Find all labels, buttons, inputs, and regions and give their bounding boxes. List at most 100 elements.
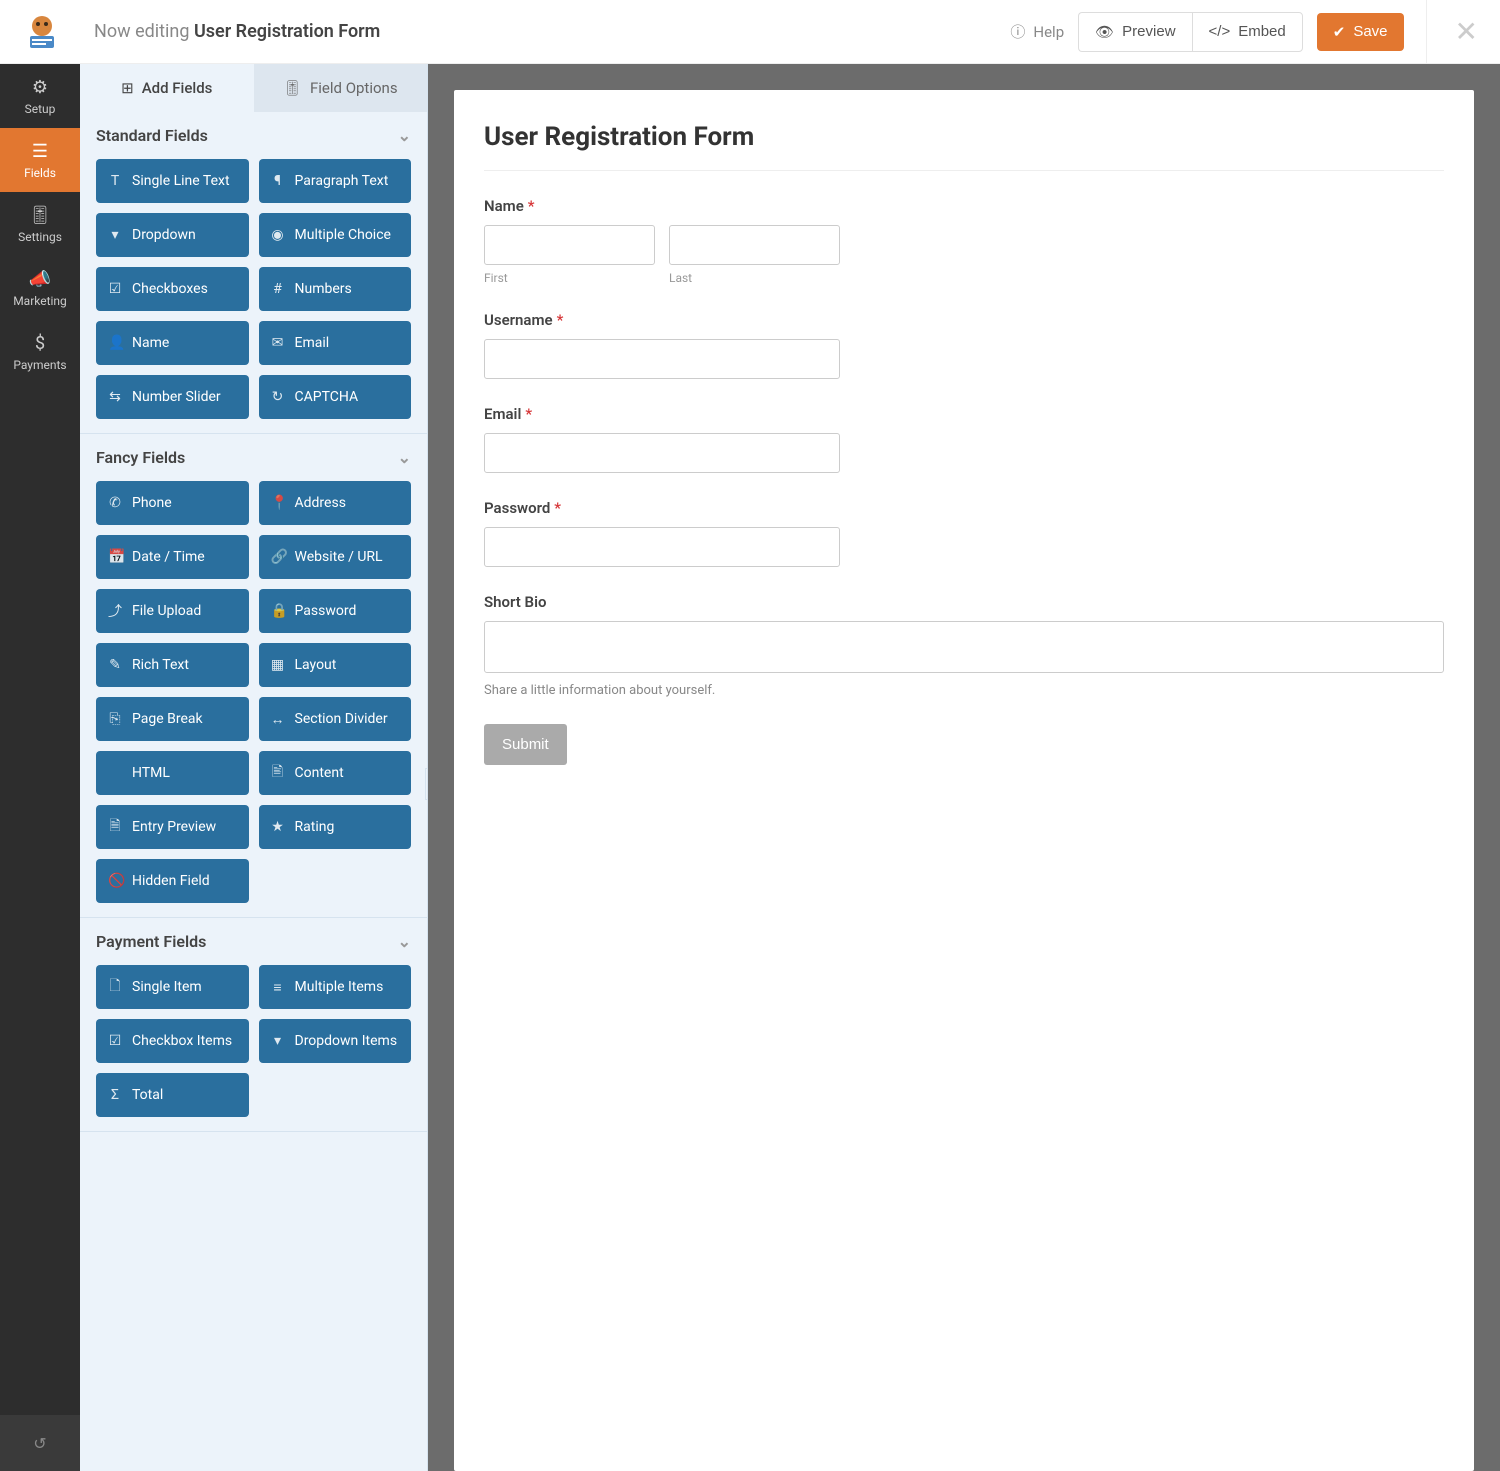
field-single-line-text[interactable]: TSingle Line Text	[96, 159, 249, 203]
file-upload-icon: ⤴	[108, 601, 122, 621]
field-checkboxes[interactable]: ☑Checkboxes	[96, 267, 249, 311]
undo-button[interactable]: ↺	[0, 1415, 80, 1471]
field-content[interactable]: 🖹Content	[259, 751, 412, 795]
embed-label: Embed	[1238, 23, 1286, 40]
field-dropdown-items[interactable]: ▾Dropdown Items	[259, 1019, 412, 1063]
field-dropdown[interactable]: ▾Dropdown	[96, 213, 249, 257]
topbar: Now editing User Registration Form ⓘ Hel…	[0, 0, 1500, 64]
preview-area: User Registration Form Name* First Last	[428, 64, 1500, 1471]
field-html[interactable]: HTML	[96, 751, 249, 795]
field-multiple-choice[interactable]: ◉Multiple Choice	[259, 213, 412, 257]
field-password[interactable]: 🔒Password	[259, 589, 412, 633]
field-section-divider[interactable]: ↔Section Divider	[259, 697, 412, 741]
number-slider-icon: ⇆	[108, 389, 122, 405]
help-icon: ⓘ	[1010, 21, 1025, 42]
password-input[interactable]	[484, 527, 840, 567]
field-website-url-label: Website / URL	[295, 549, 383, 565]
marketing-icon: 📣	[29, 269, 51, 290]
last-name-input[interactable]	[669, 225, 840, 265]
field-multiple-choice-label: Multiple Choice	[295, 227, 391, 243]
eye-icon: 👁	[1095, 23, 1114, 41]
field-number-slider[interactable]: ⇆ Number Slider	[96, 375, 249, 419]
field-single-item[interactable]: 🗋Single Item	[96, 965, 249, 1009]
left-nav: ⚙Setup☰Fields🎚Settings 📣 Marketing $Payment…	[0, 64, 80, 1471]
first-name-input[interactable]	[484, 225, 655, 265]
field-entry-preview-label: Entry Preview	[132, 819, 216, 835]
password-label: Password*	[484, 499, 840, 517]
field-page-break[interactable]: ⎘Page Break	[96, 697, 249, 741]
close-button[interactable]: ✕	[1426, 0, 1482, 64]
rich-text-icon: ✎	[108, 657, 122, 673]
field-name[interactable]: 👤Name	[96, 321, 249, 365]
field-checkbox-items[interactable]: ☑Checkbox Items	[96, 1019, 249, 1063]
field-multiple-items-label: Multiple Items	[295, 979, 384, 995]
email-input[interactable]	[484, 433, 840, 473]
field-file-upload[interactable]: ⤴ File Upload	[96, 589, 249, 633]
tab-field-options[interactable]: 🎚 Field Options	[254, 64, 428, 112]
field-phone[interactable]: ✆Phone	[96, 481, 249, 525]
field-entry-preview[interactable]: 🗎Entry Preview	[96, 805, 249, 849]
field-phone-label: Phone	[132, 495, 172, 511]
help-link[interactable]: ⓘ Help	[1010, 21, 1064, 42]
layout-icon: ▦	[271, 657, 285, 673]
submit-button[interactable]: Submit	[484, 724, 567, 765]
fields-sidebar: ⊞ Add Fields 🎚 Field Options Standard Fi…	[80, 64, 428, 1471]
field-dropdown-label: Dropdown	[132, 227, 196, 243]
sidebar-collapse-handle[interactable]: ◂	[425, 768, 428, 800]
field-layout-label: Layout	[295, 657, 337, 673]
chevron-down-icon: ⌄	[398, 932, 411, 951]
form-canvas[interactable]: User Registration Form Name* First Last	[454, 90, 1474, 1471]
field-number-slider-label: Number Slider	[132, 389, 221, 405]
nav-setup[interactable]: ⚙Setup	[0, 64, 80, 128]
embed-button[interactable]: </> Embed	[1192, 12, 1303, 52]
nav-marketing-label: Marketing	[13, 294, 67, 308]
field-paragraph-text[interactable]: ¶Paragraph Text	[259, 159, 412, 203]
group-payment-header[interactable]: Payment Fields⌄	[96, 932, 411, 951]
field-total[interactable]: Σ Total	[96, 1073, 249, 1117]
password-icon: 🔒	[271, 603, 285, 619]
field-address[interactable]: 📍Address	[259, 481, 412, 525]
field-multiple-items[interactable]: ≡ Multiple Items	[259, 965, 412, 1009]
total-icon: Σ	[108, 1087, 122, 1103]
field-hidden-field[interactable]: 🚫Hidden Field	[96, 859, 249, 903]
field-total-label: Total	[132, 1087, 163, 1103]
field-email[interactable]: ✉Email	[259, 321, 412, 365]
nav-fields[interactable]: ☰Fields	[0, 128, 80, 192]
group-fancy-header[interactable]: Fancy Fields⌄	[96, 448, 411, 467]
group-fancy-title: Fancy Fields	[96, 448, 185, 467]
field-date-time[interactable]: 📅Date / Time	[96, 535, 249, 579]
field-html-label: HTML	[132, 765, 170, 781]
username-input[interactable]	[484, 339, 840, 379]
nav-payments[interactable]: $Payments	[0, 320, 80, 384]
field-captcha-label: CAPTCHA	[295, 389, 359, 405]
close-icon: ✕	[1455, 15, 1478, 48]
multiple-items-icon: ≡	[271, 979, 285, 996]
field-single-line-text-label: Single Line Text	[132, 173, 230, 189]
form-heading: User Registration Form	[484, 122, 1444, 152]
field-rich-text-label: Rich Text	[132, 657, 189, 673]
field-page-break-label: Page Break	[132, 711, 203, 727]
field-captcha[interactable]: ↻ CAPTCHA	[259, 375, 412, 419]
setup-icon: ⚙	[32, 77, 48, 98]
group-standard-title: Standard Fields	[96, 126, 208, 145]
nav-settings[interactable]: 🎚Settings	[0, 192, 80, 256]
field-layout[interactable]: ▦ Layout	[259, 643, 412, 687]
field-numbers[interactable]: #Numbers	[259, 267, 412, 311]
captcha-icon: ↻	[271, 389, 285, 405]
field-rich-text[interactable]: ✎ Rich Text	[96, 643, 249, 687]
checkbox-items-icon: ☑	[108, 1033, 122, 1049]
field-rating[interactable]: ★Rating	[259, 805, 412, 849]
save-button[interactable]: ✔ Save	[1317, 13, 1404, 51]
tab-add-fields-label: Add Fields	[142, 79, 213, 97]
field-file-upload-label: File Upload	[132, 603, 201, 619]
group-standard-header[interactable]: Standard Fields⌄	[96, 126, 411, 145]
tab-add-fields[interactable]: ⊞ Add Fields	[80, 64, 254, 112]
preview-button[interactable]: 👁 Preview	[1078, 12, 1191, 52]
field-email-label: Email	[295, 335, 330, 351]
nav-marketing[interactable]: 📣 Marketing	[0, 256, 80, 320]
bio-textarea[interactable]	[484, 621, 1444, 673]
editing-title: Now editing User Registration Form	[94, 21, 380, 42]
field-options-icon: 🎚	[283, 79, 302, 97]
field-website-url[interactable]: 🔗Website / URL	[259, 535, 412, 579]
payments-icon: $	[35, 333, 45, 354]
